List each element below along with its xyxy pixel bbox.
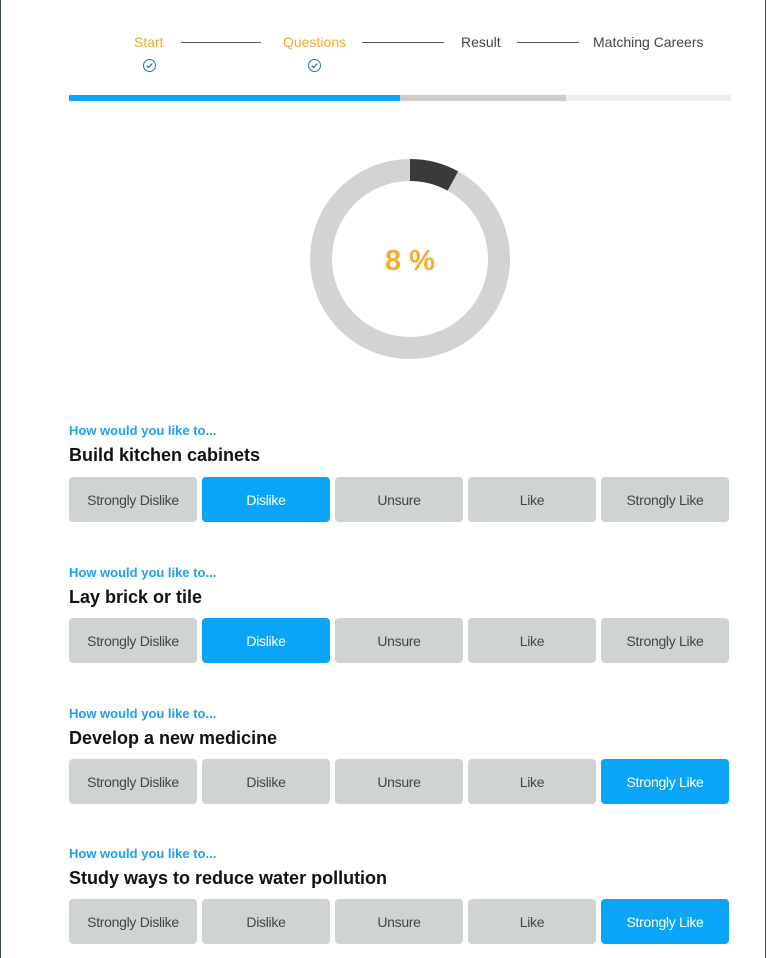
option-like[interactable]: Like xyxy=(468,477,596,522)
question-title: Lay brick or tile xyxy=(69,587,203,607)
option-strongly-dislike[interactable]: Strongly Dislike xyxy=(69,899,197,944)
option-like[interactable]: Like xyxy=(468,618,596,663)
option-dislike[interactable]: Dislike xyxy=(202,899,330,944)
progress-middle xyxy=(400,95,566,101)
question-prompt: How would you like to... xyxy=(69,565,217,580)
option-strongly-like[interactable]: Strongly Like xyxy=(601,618,729,663)
option-unsure[interactable]: Unsure xyxy=(335,759,463,804)
answer-options: Strongly Dislike Dislike Unsure Like Str… xyxy=(69,899,729,944)
step-matching-careers[interactable]: Matching Careers xyxy=(593,34,704,50)
option-unsure[interactable]: Unsure xyxy=(335,899,463,944)
step-connector xyxy=(181,42,261,43)
option-like[interactable]: Like xyxy=(468,759,596,804)
option-like[interactable]: Like xyxy=(468,899,596,944)
progress-percent: 8 % xyxy=(385,245,435,277)
step-questions[interactable]: Questions xyxy=(283,34,346,50)
answer-options: Strongly Dislike Dislike Unsure Like Str… xyxy=(69,618,729,663)
question-title: Build kitchen cabinets xyxy=(69,445,261,465)
answer-options: Strongly Dislike Dislike Unsure Like Str… xyxy=(69,759,729,804)
option-unsure[interactable]: Unsure xyxy=(335,477,463,522)
option-dislike[interactable]: Dislike xyxy=(202,477,330,522)
step-connector xyxy=(517,42,579,43)
option-dislike[interactable]: Dislike xyxy=(202,759,330,804)
question-prompt: How would you like to... xyxy=(69,706,217,721)
progress-remaining xyxy=(566,95,731,101)
option-strongly-dislike[interactable]: Strongly Dislike xyxy=(69,759,197,804)
question-title: Develop a new medicine xyxy=(69,728,278,748)
question-prompt: How would you like to... xyxy=(69,423,217,438)
question-title: Study ways to reduce water pollution xyxy=(69,868,388,888)
option-dislike[interactable]: Dislike xyxy=(202,618,330,663)
check-circle-icon xyxy=(143,59,156,72)
check-circle-icon xyxy=(308,59,321,72)
option-strongly-like[interactable]: Strongly Like xyxy=(601,477,729,522)
progress-filled xyxy=(69,95,400,101)
option-strongly-dislike[interactable]: Strongly Dislike xyxy=(69,477,197,522)
option-unsure[interactable]: Unsure xyxy=(335,618,463,663)
answer-options: Strongly Dislike Dislike Unsure Like Str… xyxy=(69,477,729,522)
step-result[interactable]: Result xyxy=(461,34,501,50)
option-strongly-like[interactable]: Strongly Like xyxy=(601,759,729,804)
step-start[interactable]: Start xyxy=(134,34,164,50)
page: Start Questions Result Matching Careers … xyxy=(0,0,766,958)
step-connector xyxy=(362,42,444,43)
option-strongly-dislike[interactable]: Strongly Dislike xyxy=(69,618,197,663)
option-strongly-like[interactable]: Strongly Like xyxy=(601,899,729,944)
question-prompt: How would you like to... xyxy=(69,846,217,861)
